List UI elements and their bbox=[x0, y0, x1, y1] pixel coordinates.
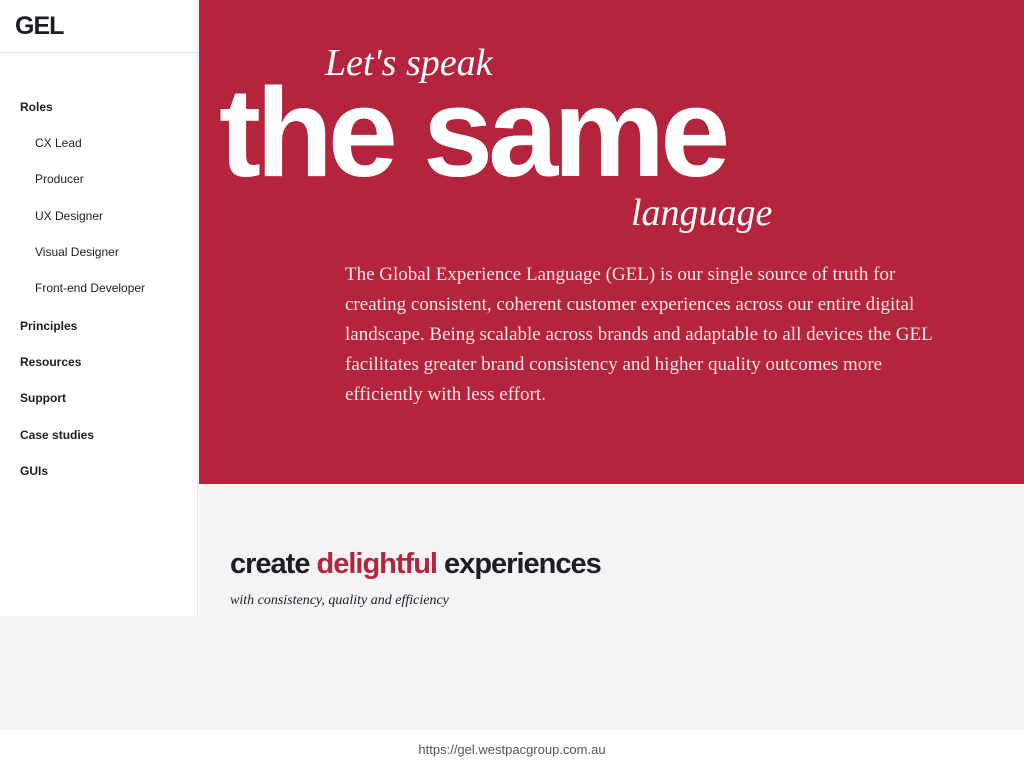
sidebar-item-front-end-developer[interactable]: Front-end Developer bbox=[35, 281, 145, 295]
section-subtitle: with consistency, quality and efficiency bbox=[230, 593, 449, 608]
gel-logo[interactable]: GEL bbox=[15, 13, 64, 39]
section-title-part2: experiences bbox=[437, 548, 602, 580]
sidebar-item-roles[interactable]: Roles bbox=[20, 100, 53, 114]
sidebar: GEL Roles CX Lead Producer UX Designer V… bbox=[0, 0, 198, 616]
sidebar-item-cx-lead[interactable]: CX Lead bbox=[35, 136, 82, 150]
section-title-part1: create bbox=[230, 548, 317, 580]
site-url-link[interactable]: https://gel.westpacgroup.com.au bbox=[418, 742, 605, 757]
footer: https://gel.westpacgroup.com.au bbox=[0, 730, 1024, 768]
sidebar-item-visual-designer[interactable]: Visual Designer bbox=[35, 245, 119, 259]
sidebar-item-support[interactable]: Support bbox=[20, 391, 66, 405]
hero-headline: the same bbox=[219, 62, 730, 203]
sidebar-item-ux-designer[interactable]: UX Designer bbox=[35, 209, 103, 223]
sidebar-item-producer[interactable]: Producer bbox=[35, 172, 84, 186]
sidebar-item-case-studies[interactable]: Case studies bbox=[20, 428, 94, 442]
sidebar-item-guis[interactable]: GUIs bbox=[20, 464, 48, 478]
section-title-accent: delightful bbox=[316, 548, 438, 580]
section-title: create delightful experiences bbox=[230, 548, 602, 580]
intro-section: create delightful experiences with consi… bbox=[199, 484, 1024, 616]
sidebar-item-resources[interactable]: Resources bbox=[20, 355, 81, 369]
sidebar-item-principles[interactable]: Principles bbox=[20, 319, 77, 333]
hero-tail: language bbox=[631, 192, 773, 234]
lower-background bbox=[0, 616, 1024, 730]
hero-banner: Let's speak the same language The Global… bbox=[199, 0, 1024, 484]
hero-description: The Global Experience Language (GEL) is … bbox=[345, 264, 933, 405]
logo-bar: GEL bbox=[0, 0, 197, 53]
page: GEL Roles CX Lead Producer UX Designer V… bbox=[0, 0, 1024, 768]
